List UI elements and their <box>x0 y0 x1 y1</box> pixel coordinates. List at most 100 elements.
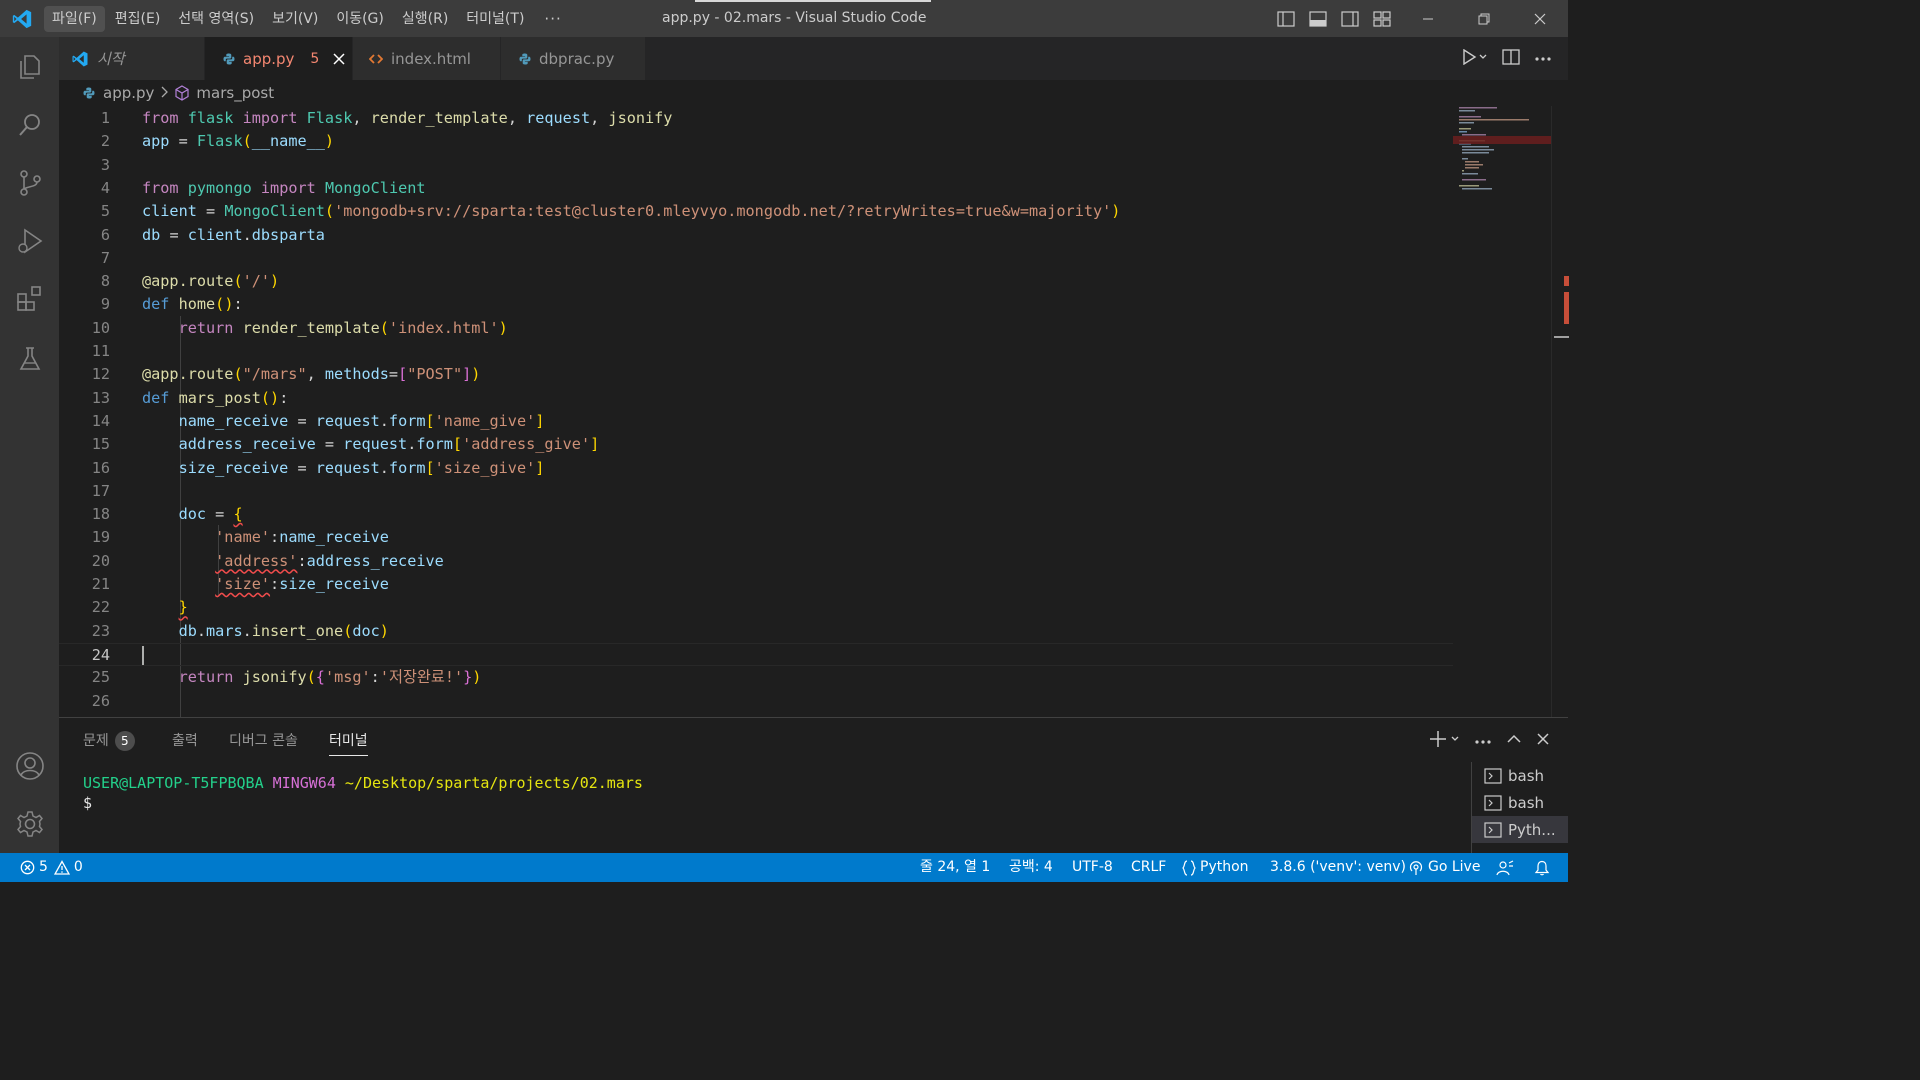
terminal-instance-bash[interactable]: bash <box>1472 789 1568 816</box>
code-line: 14 name_receive = request.form['name_giv… <box>59 410 1453 433</box>
menu-more-button[interactable]: ··· <box>534 10 571 28</box>
line-number: 9 <box>100 295 110 314</box>
close-window-icon[interactable] <box>1512 0 1568 37</box>
explorer-icon[interactable] <box>0 39 59 95</box>
python-file-icon <box>223 53 235 65</box>
line-number: 21 <box>91 575 110 593</box>
search-icon[interactable] <box>0 97 59 153</box>
tab-label: index.html <box>391 49 471 68</box>
split-editor-icon[interactable] <box>1502 48 1520 69</box>
error-count: 5 <box>39 859 48 875</box>
code-line: 11 <box>59 340 1453 363</box>
terminal-icon <box>1484 821 1502 838</box>
tab-app-py[interactable]: app.py 5 <box>205 37 353 80</box>
python-interpreter[interactable]: 3.8.6 ('venv': venv) <box>1270 853 1406 882</box>
braces-icon <box>1182 859 1200 876</box>
run-debug-icon[interactable] <box>0 213 59 269</box>
tab-index-html[interactable]: index.html <box>353 37 501 80</box>
customize-layout-icon[interactable] <box>1372 9 1392 29</box>
code-line: 7 <box>59 247 1453 270</box>
breadcrumb-symbol[interactable]: mars_post <box>196 84 274 102</box>
menu-edit[interactable]: 편집(E) <box>107 6 169 32</box>
warning-count: 0 <box>73 859 83 875</box>
line-number: 12 <box>91 365 110 384</box>
source-control-icon[interactable] <box>0 155 59 211</box>
code-line: 19 'name':name_receive <box>59 526 1453 549</box>
line-number: 22 <box>91 598 110 617</box>
maximize-panel-icon[interactable] <box>1506 733 1522 749</box>
code-editor[interactable]: 1 from flask import Flask, render_templat… <box>59 106 1453 717</box>
feedback-icon[interactable] <box>1496 853 1518 882</box>
code-line: 2 app = Flask(__name__) <box>59 130 1453 153</box>
line-number: 18 <box>91 505 110 524</box>
code-line: 9 def home(): <box>59 293 1453 316</box>
code-line: 13 def mars_post(): <box>59 387 1453 410</box>
problems-status[interactable]: 5 0 <box>20 853 83 882</box>
line-number: 6 <box>100 225 110 244</box>
vscode-tab-icon <box>71 50 89 68</box>
tab-close-icon[interactable] <box>333 52 345 65</box>
panel-tab-debug-console[interactable]: 디버그 콘솔 <box>229 730 298 756</box>
testing-icon[interactable] <box>0 331 59 387</box>
tab-dbprac-py[interactable]: dbprac.py <box>501 37 646 80</box>
panel-tab-output[interactable]: 출력 <box>172 730 198 756</box>
restore-icon[interactable] <box>1456 0 1512 37</box>
menu-file[interactable]: 파일(F) <box>44 5 105 32</box>
extensions-icon[interactable] <box>0 271 59 327</box>
code-line: 15 address_receive = request.form['addre… <box>59 433 1453 456</box>
line-number: 4 <box>100 178 110 197</box>
terminal-prompt-line[interactable]: USER@LAPTOP-T5FPBQBA MINGW64 ~/Desktop/s… <box>83 774 643 792</box>
breadcrumb-file[interactable]: app.py <box>103 84 154 102</box>
minimap[interactable] <box>1453 106 1551 717</box>
more-panel-actions-icon[interactable] <box>1474 734 1492 749</box>
encoding-status[interactable]: UTF-8 <box>1072 853 1113 882</box>
editor-actions <box>1462 37 1552 80</box>
panel-tab-terminal[interactable]: 터미널 <box>329 730 368 756</box>
code-line: 10 return render_template('index.html') <box>59 317 1453 340</box>
code-line: 17 <box>59 480 1453 503</box>
new-terminal-icon[interactable] <box>1430 730 1460 752</box>
cursor-position[interactable]: 줄 24, 열 1 <box>920 853 990 882</box>
minimize-icon[interactable] <box>1400 0 1456 37</box>
menu-run[interactable]: 실행(R) <box>394 6 456 32</box>
toggle-primary-sidebar-icon[interactable] <box>1276 9 1296 29</box>
terminal-instance-bash[interactable]: bash <box>1472 762 1568 789</box>
broadcast-icon <box>1408 860 1428 876</box>
notifications-bell-icon[interactable] <box>1534 853 1554 882</box>
run-python-file-icon[interactable] <box>1462 48 1488 69</box>
accounts-icon[interactable] <box>0 738 59 794</box>
bottom-panel: 문제 5 출력 디버그 콘솔 터미널 USER@LAPTOP-T5FPBQBA M… <box>59 717 1568 854</box>
line-number: 13 <box>91 388 110 407</box>
code-line: 3 <box>59 154 1453 177</box>
warning-icon <box>53 860 74 875</box>
terminal-instance-python[interactable]: Pyth... <box>1472 816 1568 843</box>
line-number: 24 <box>91 645 110 664</box>
menu-view[interactable]: 보기(V) <box>264 6 326 32</box>
panel-tab-problems[interactable]: 문제 5 <box>83 730 135 756</box>
indentation-status[interactable]: 공백: 4 <box>1009 853 1053 882</box>
error-icon <box>20 860 39 875</box>
eol-status[interactable]: CRLF <box>1131 853 1166 882</box>
layout-controls <box>1276 0 1392 37</box>
python-file-icon <box>83 87 95 99</box>
code-line: 12 @app.route("/mars", methods=["POST"]) <box>59 363 1453 386</box>
code-line: 21 'size':size_receive <box>59 573 1453 596</box>
toggle-panel-icon[interactable] <box>1308 9 1328 29</box>
go-live-button[interactable]: Go Live <box>1408 853 1480 882</box>
terminal-prompt[interactable]: $ <box>83 794 92 812</box>
menu-terminal[interactable]: 터미널(T) <box>458 6 532 32</box>
menu-selection[interactable]: 선택 영역(S) <box>170 6 262 32</box>
line-number: 11 <box>91 342 110 360</box>
code-line: 8 @app.route('/') <box>59 270 1453 293</box>
tab-welcome[interactable]: 시작 <box>59 37 205 80</box>
menu-go[interactable]: 이동(G) <box>328 6 392 32</box>
settings-gear-icon[interactable] <box>0 796 59 852</box>
terminal-icon <box>1484 794 1502 811</box>
editor-scrollbar[interactable] <box>1551 106 1569 717</box>
more-actions-icon[interactable] <box>1534 51 1552 66</box>
toggle-secondary-sidebar-icon[interactable] <box>1340 9 1360 29</box>
menu-bar: 파일(F) 편집(E) 선택 영역(S) 보기(V) 이동(G) 실행(R) 터… <box>44 0 572 37</box>
editor-tab-bar: 시작 app.py 5 index.html dbprac.py <box>59 37 1568 80</box>
language-mode[interactable]: Python <box>1182 853 1249 882</box>
close-panel-icon[interactable] <box>1536 732 1550 750</box>
